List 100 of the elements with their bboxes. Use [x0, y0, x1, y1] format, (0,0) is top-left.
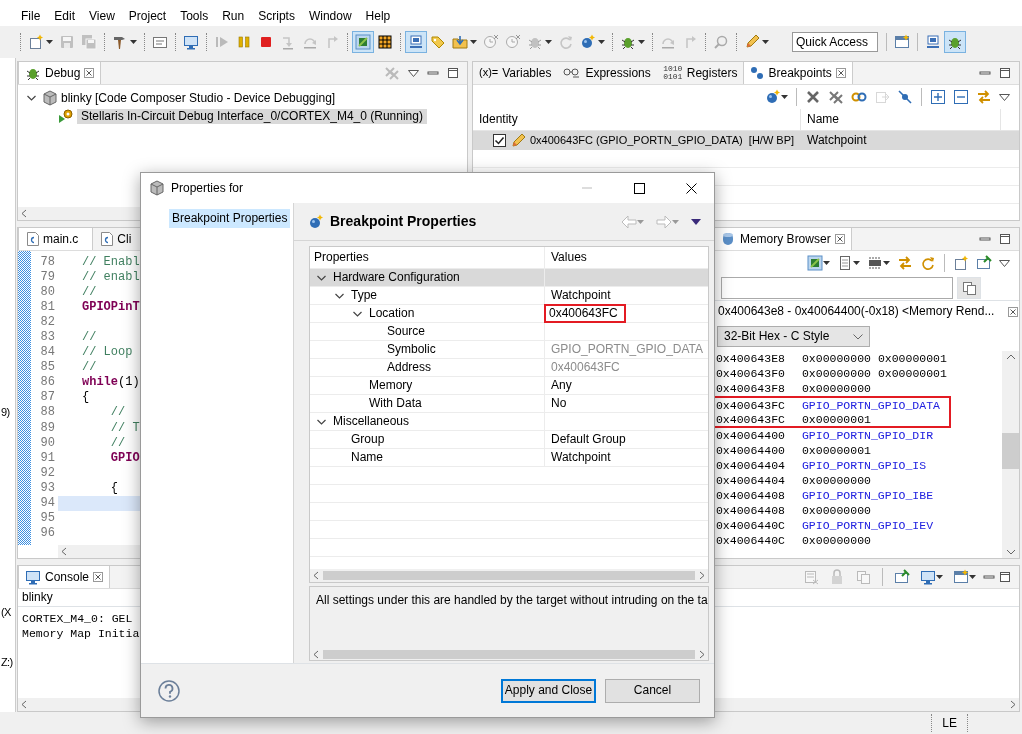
download-icon — [452, 34, 468, 50]
horizontal-scrollbar[interactable] — [309, 648, 709, 661]
quick-access-field[interactable]: Quick Access — [792, 32, 878, 52]
column-header[interactable]: Values — [549, 250, 589, 265]
dialog-button[interactable]: Cancel — [605, 678, 700, 703]
caret-icon — [638, 40, 645, 44]
maximize-icon[interactable] — [999, 233, 1011, 245]
menu-item[interactable]: Window — [301, 0, 359, 26]
perspective-button[interactable] — [944, 31, 966, 53]
breakpoint-identity: 0x400643FC (GPIO_PORTN_GPIO_DATA) [H/W BP] — [530, 133, 795, 148]
menu-item[interactable]: Run — [215, 0, 252, 26]
menu-item[interactable]: Project — [121, 0, 174, 26]
property-value: No — [550, 396, 568, 411]
close-icon[interactable] — [84, 68, 95, 78]
column-header[interactable]: Identity — [473, 109, 801, 130]
view-tab[interactable]: Debug — [18, 62, 102, 84]
window-icon[interactable] — [953, 569, 969, 585]
view-tab[interactable]: Console — [18, 566, 111, 588]
close-icon — [685, 182, 697, 194]
chip-icon[interactable] — [807, 255, 823, 271]
format-select[interactable]: 32-Bit Hex - C Style — [716, 326, 870, 347]
menu-item[interactable]: Help — [358, 0, 398, 26]
code-line: // — [109, 435, 126, 451]
monitor-icon[interactable] — [920, 569, 936, 585]
property-row[interactable]: With Data No — [310, 395, 708, 413]
editor-tab[interactable]: Cli — [93, 228, 146, 250]
property-row[interactable]: Source — [310, 323, 708, 341]
tree-item[interactable]: Stellaris In-Circuit Debug Interface_0/CORTEX_M4_0 (Running) — [77, 108, 427, 124]
new-file-icon[interactable] — [953, 255, 969, 271]
breakpoint-row[interactable]: 0x400643FC (GPIO_PORTN_GPIO_DATA) [H/W BP] Watchpoint — [473, 131, 1019, 150]
editor-tab[interactable]: main.c — [18, 228, 94, 250]
property-row[interactable]: Group Default Group — [310, 431, 708, 449]
scroll-thumb[interactable] — [1002, 433, 1019, 469]
tag-icon — [430, 34, 446, 50]
view-tab[interactable]: Breakpoints — [743, 62, 853, 84]
memory-address: 0x400643E8 — [715, 351, 786, 366]
delete-all-icon[interactable] — [828, 89, 844, 105]
menu-item[interactable]: File — [14, 0, 48, 26]
document-icon[interactable] — [837, 255, 853, 271]
property-row[interactable]: Location 0x400643FC — [310, 305, 708, 323]
screen-button[interactable] — [405, 31, 427, 53]
checkbox[interactable] — [493, 134, 506, 147]
screen-icon — [925, 34, 941, 50]
maximize-icon[interactable] — [447, 67, 459, 79]
go-button[interactable] — [956, 276, 981, 299]
property-row[interactable]: Memory Any — [310, 377, 708, 395]
vertical-scrollbar[interactable] — [1002, 351, 1019, 558]
property-row[interactable]: Hardware Configuration — [310, 269, 708, 287]
line-number: 82 — [39, 315, 55, 331]
menu-item[interactable]: View — [82, 0, 122, 26]
sync-icon[interactable] — [897, 255, 913, 271]
forward-button[interactable] — [653, 214, 682, 229]
line-number: 93 — [39, 480, 55, 496]
memory-value: 0x00000000 — [801, 367, 871, 380]
menu-item[interactable]: Scripts — [251, 0, 302, 26]
close-icon[interactable] — [835, 68, 846, 78]
column-header[interactable]: Name — [801, 109, 1001, 130]
line-number: 85 — [39, 360, 55, 376]
scroll-thumb[interactable] — [323, 571, 695, 580]
dialog-button[interactable]: Apply and Close — [501, 678, 596, 703]
ball-icon[interactable] — [765, 89, 781, 105]
register-label: GPIO_PORTN_GPIO_IS — [801, 459, 927, 472]
view-menu-button[interactable] — [688, 218, 704, 225]
view-tab[interactable]: (x)= Variables — [473, 62, 558, 84]
pin-icon[interactable] — [894, 569, 910, 585]
horizontal-scrollbar[interactable] — [310, 569, 708, 582]
memory-icon[interactable] — [867, 255, 883, 271]
pin-icon[interactable] — [976, 255, 992, 271]
slash-icon[interactable] — [897, 89, 913, 105]
expand-all-icon[interactable] — [930, 89, 946, 105]
chip-icon — [355, 34, 371, 50]
close-icon[interactable] — [834, 234, 845, 244]
sync-icon[interactable] — [976, 89, 992, 105]
view-menu-icon[interactable] — [999, 93, 1010, 101]
maximize-icon[interactable] — [999, 571, 1011, 583]
tree-item[interactable]: blinky [Code Composer Studio - Device Debugging] — [61, 90, 336, 106]
view-menu-icon[interactable] — [999, 259, 1010, 267]
view-menu-icon[interactable] — [408, 69, 419, 77]
maximize-icon[interactable] — [999, 67, 1011, 79]
refresh-icon[interactable] — [920, 255, 936, 271]
scroll-thumb[interactable] — [323, 649, 695, 659]
close-icon[interactable] — [93, 572, 104, 582]
collapse-all-icon[interactable] — [953, 89, 969, 105]
property-row[interactable]: Miscellaneous — [310, 413, 708, 431]
column-header[interactable]: Properties — [314, 250, 369, 265]
chip-button[interactable] — [352, 31, 374, 53]
delete-icon[interactable] — [805, 89, 821, 105]
view-tab[interactable]: Memory Browser — [712, 228, 852, 250]
menu-item[interactable]: Tools — [173, 0, 216, 26]
caret-icon — [853, 261, 860, 265]
view-tab[interactable]: Expressions — [557, 62, 657, 84]
help-button[interactable] — [155, 679, 183, 702]
property-row[interactable]: Type Watchpoint — [310, 287, 708, 305]
code-line: // — [82, 285, 97, 301]
property-name: Location — [368, 306, 415, 321]
console-line: CORTEX_M4_0: GEL — [22, 611, 134, 627]
nav-item[interactable]: Breakpoint Properties — [169, 209, 291, 228]
close-icon[interactable] — [1008, 306, 1019, 317]
address-field[interactable] — [720, 276, 953, 299]
menu-item[interactable]: Edit — [47, 0, 83, 26]
